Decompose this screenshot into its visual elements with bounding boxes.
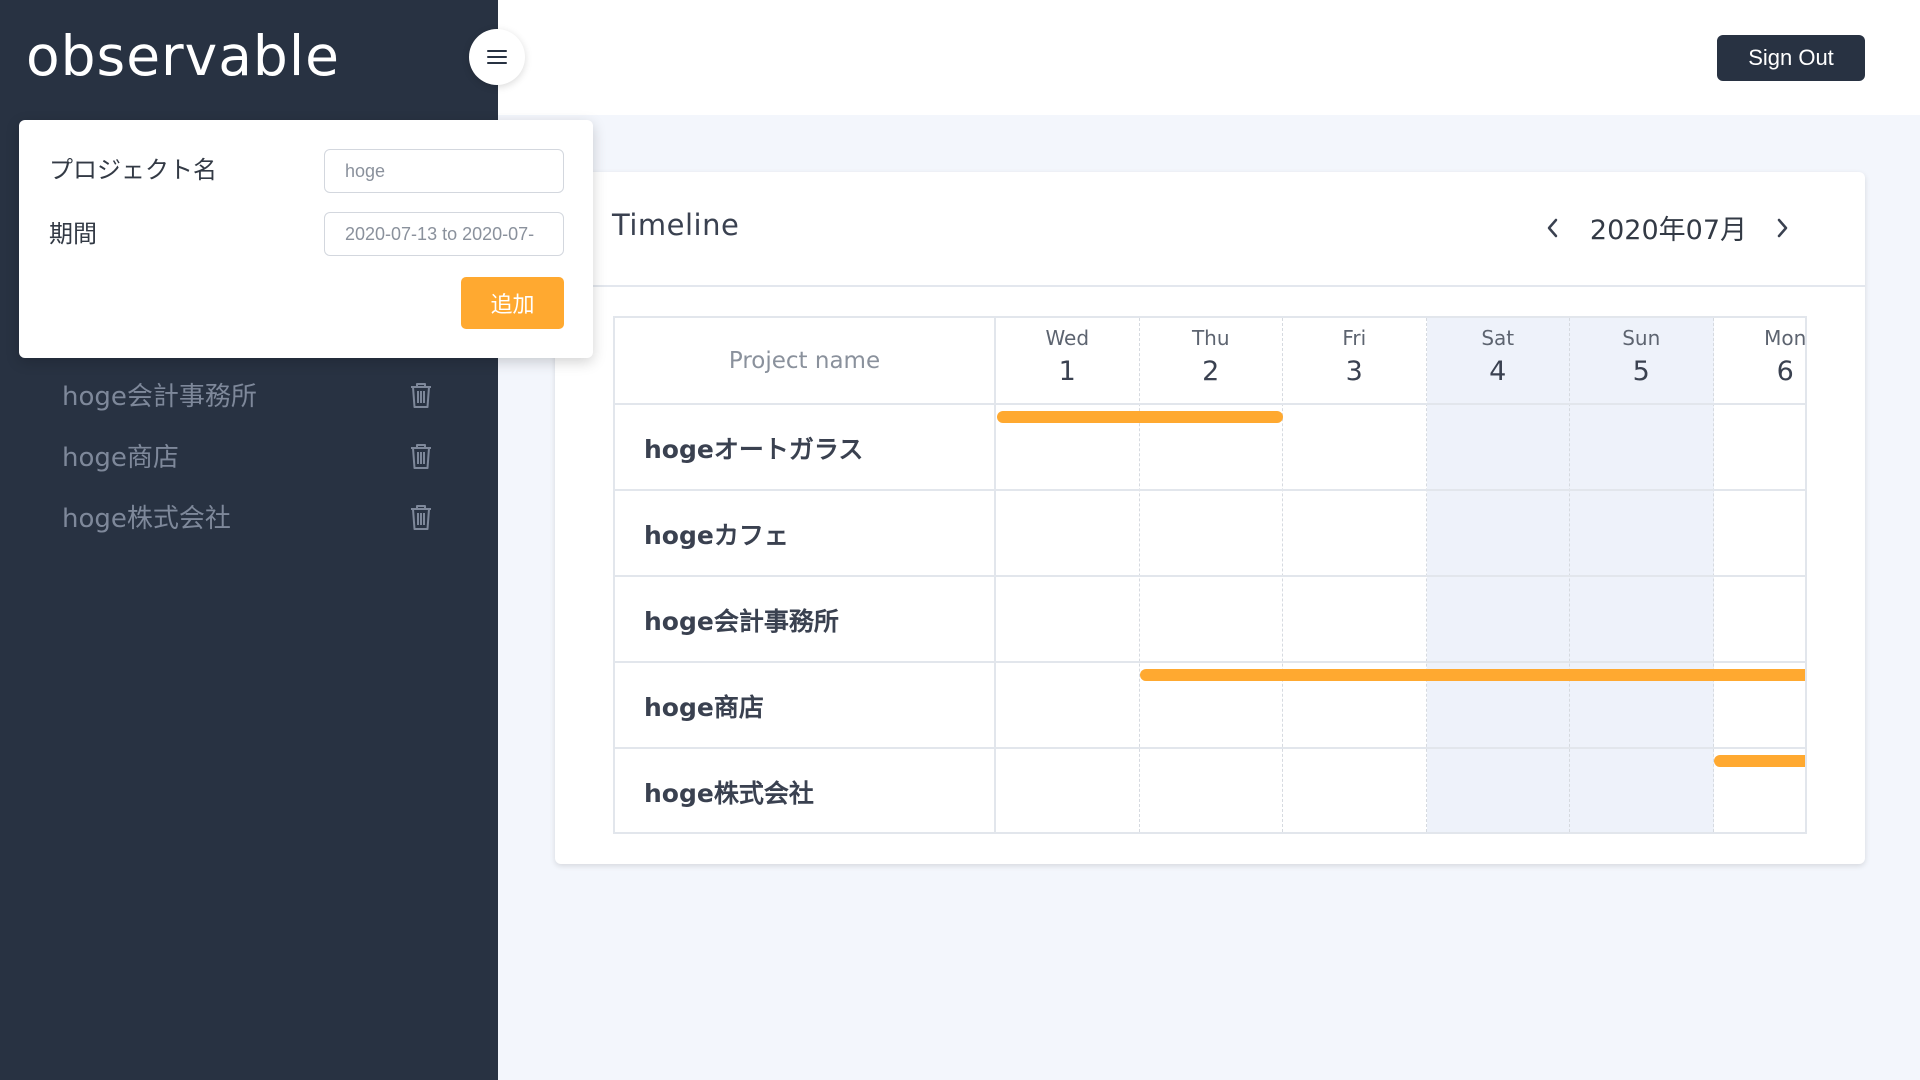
add-project-popover: プロジェクト名 期間 追加 (19, 120, 593, 358)
day-header: Sun 5 (1570, 318, 1713, 403)
project-timeline-bar[interactable] (1140, 669, 1805, 681)
day-header: Fri 3 (1283, 318, 1426, 403)
day-header: Wed 1 (996, 318, 1139, 403)
timeline-row-label[interactable]: hoge会計事務所 (615, 577, 994, 663)
chevron-right-icon[interactable] (1771, 211, 1795, 245)
day-name: Sat (1481, 326, 1515, 350)
day-name: Sun (1622, 326, 1661, 350)
day-header: Mon 6 (1714, 318, 1807, 403)
timeline-project-name: hoge株式会社 (644, 779, 814, 808)
day-number: 6 (1776, 356, 1794, 387)
project-timeline-bar[interactable] (1714, 755, 1805, 767)
project-name-header: Project name (728, 347, 881, 374)
month-navigator: 2020年07月 (1540, 208, 1795, 247)
project-timeline-bar[interactable] (997, 411, 1283, 423)
sidebar-project-label: hoge会計事務所 (62, 382, 257, 412)
sidebar-project-item[interactable]: hoge商店 (0, 425, 498, 486)
chevron-left-icon[interactable] (1540, 211, 1564, 245)
timeline-row-label[interactable]: hogeカフェ (615, 491, 994, 577)
timeline-row-label[interactable]: hoge商店 (615, 663, 994, 749)
top-bar (498, 0, 1920, 115)
timeline-project-name: hogeオートガラス (644, 435, 864, 464)
period-input[interactable] (324, 212, 564, 256)
trash-icon[interactable] (408, 442, 434, 470)
sidebar-project-label: hoge商店 (62, 443, 179, 473)
day-number: 5 (1632, 356, 1650, 387)
timeline-project-name: hogeカフェ (644, 521, 789, 550)
sidebar-project-item[interactable]: hoge株式会社 (0, 486, 498, 547)
timeline-project-name: hoge商店 (644, 693, 764, 722)
timeline-card: Timeline 2020年07月 Wed 1 Thu 2 Fri 3 Sat … (555, 172, 1865, 864)
project-name-label: プロジェクト名 (49, 156, 217, 184)
day-header: Thu 2 (1140, 318, 1283, 403)
project-list: hoge会計事務所 hoge商店 hoge株式会社 (0, 364, 498, 547)
current-month: 2020年07月 (1589, 215, 1747, 246)
card-divider (555, 285, 1865, 287)
hamburger-icon (487, 50, 507, 64)
day-name: Mon (1764, 326, 1807, 350)
day-number: 1 (1058, 356, 1076, 387)
day-name: Thu (1191, 326, 1230, 350)
day-number: 3 (1345, 356, 1363, 387)
day-number: 2 (1202, 356, 1220, 387)
timeline-row-label[interactable]: hoge株式会社 (615, 749, 994, 832)
day-name: Fri (1342, 326, 1367, 350)
timeline-grid: Wed 1 Thu 2 Fri 3 Sat 4 Sun 5 Mon 6 Proj… (613, 316, 1807, 834)
add-project-button[interactable]: 追加 (461, 277, 564, 329)
sign-out-button[interactable]: Sign Out (1717, 35, 1865, 81)
trash-icon[interactable] (408, 503, 434, 531)
sidebar-project-item[interactable]: hoge会計事務所 (0, 364, 498, 425)
project-name-input[interactable] (324, 149, 564, 193)
project-name-column: Project name hogeオートガラス hogeカフェ hoge会計事務… (615, 318, 996, 832)
timeline-row-label[interactable]: hogeオートガラス (615, 405, 994, 491)
day-name: Wed (1045, 326, 1090, 350)
day-number: 4 (1489, 356, 1507, 387)
trash-icon[interactable] (408, 381, 434, 409)
day-header: Sat 4 (1427, 318, 1570, 403)
timeline-title: Timeline (612, 208, 740, 242)
timeline-project-name: hoge会計事務所 (644, 607, 839, 636)
menu-toggle-button[interactable] (469, 29, 525, 85)
sidebar-project-label: hoge株式会社 (62, 504, 231, 534)
period-label: 期間 (49, 220, 97, 248)
app-logo: observable (26, 24, 340, 88)
